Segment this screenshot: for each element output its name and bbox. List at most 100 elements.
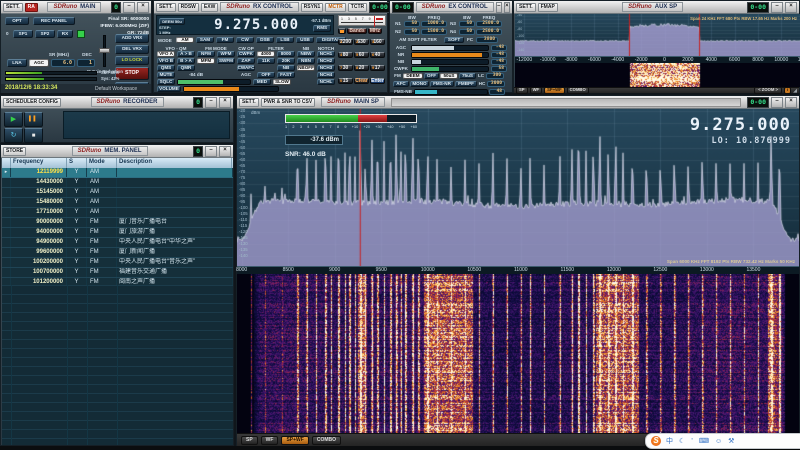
cell-description[interactable] (117, 208, 233, 217)
ex-cwpk-58[interactable]: 58 (491, 66, 507, 72)
cell-frequency[interactable]: 94900000 (11, 238, 67, 247)
rxc-zap[interactable]: ZAP (237, 58, 255, 64)
rxc-swfm[interactable]: SWFM (217, 58, 235, 64)
mem-table-header[interactable]: FrequencySModeDescription (2, 158, 233, 168)
rxc-nchl[interactable]: NCHL (317, 79, 335, 85)
row-selector[interactable] (2, 198, 11, 207)
rxc-mfm[interactable]: MFM (197, 58, 215, 64)
ime-icon[interactable]: 中 (666, 438, 673, 445)
opt-button[interactable]: OPT (5, 17, 29, 25)
mctr-button[interactable]: MCTR (325, 3, 345, 12)
ex-50us[interactable]: 50uS (440, 73, 458, 79)
cell-mode[interactable]: FM (87, 228, 117, 237)
key-17[interactable]: 917 (370, 65, 385, 71)
column-header-s[interactable]: S (67, 158, 87, 168)
cell-mode[interactable]: AM (87, 198, 117, 207)
sp2-button[interactable]: SP2 (35, 30, 55, 38)
close-button[interactable]: × (219, 97, 231, 108)
key-enter[interactable]: Enter (370, 78, 385, 84)
lna-button[interactable]: LNA (7, 59, 27, 67)
rxc-20k[interactable]: 20K (277, 58, 295, 64)
mode-button-cw[interactable]: CW (236, 37, 254, 43)
rx-button[interactable]: RX (57, 30, 73, 38)
close-button[interactable]: × (137, 2, 149, 13)
msp-sett-button[interactable]: SETT. (239, 98, 259, 107)
stop-button[interactable]: ■ (24, 128, 43, 143)
cell-description[interactable] (117, 198, 233, 207)
cell-frequency[interactable]: 99600000 (11, 248, 67, 257)
ex-50[interactable]: 50 (404, 29, 420, 35)
row-selector[interactable] (2, 248, 11, 257)
cell-description[interactable]: 福建音乐交通广播 (117, 268, 233, 277)
mode-button-lsb[interactable]: LSB (276, 37, 294, 43)
tctr-button[interactable]: TCTR (348, 3, 367, 12)
dec-value-field[interactable]: 1 (77, 59, 95, 67)
ime-toolbar[interactable]: S 中☾’⌨☺⚒ (645, 433, 800, 449)
mode-button-dsb[interactable]: DSB (256, 37, 274, 43)
rxc-nch1[interactable]: NCH1 (317, 51, 335, 57)
column-header-frequency[interactable]: Frequency (11, 158, 67, 168)
rxc-off[interactable]: OFF (257, 72, 275, 78)
msp-frequency-display[interactable]: 9.275.000 (690, 115, 791, 135)
cell-scan[interactable]: Y (67, 238, 87, 247)
mem-row[interactable]: 99600000YFM厦门新闻广播 (2, 248, 233, 258)
row-selector[interactable] (2, 258, 11, 267)
ex-nr-48[interactable]: -48 (491, 52, 507, 58)
ex-2500-0[interactable]: 2500.0 (476, 21, 502, 27)
aux-waterfall[interactable] (515, 63, 800, 87)
rxc-sett-button[interactable]: SETT. (156, 3, 176, 12)
cell-frequency[interactable]: 12119999 (11, 168, 67, 177)
ime-icon[interactable]: ☺ (715, 438, 722, 445)
ex-soft[interactable]: SOFT (444, 37, 464, 43)
rms-button[interactable]: RMS (313, 25, 331, 32)
key-630[interactable]: 2630 (354, 39, 369, 45)
mem-row[interactable]: 14430000YAM (2, 178, 233, 188)
ex-300[interactable]: 300 (486, 73, 504, 79)
sp1-button[interactable]: SP1 (13, 30, 33, 38)
pwr-snr-csv-button[interactable]: PWR & SNR TO CSV (261, 98, 316, 107)
add-vrx-button[interactable]: ADD VRX (115, 34, 149, 43)
ex-50[interactable]: 50 (459, 21, 475, 27)
rxc-rdsw-button[interactable]: RDSW (178, 3, 199, 12)
cell-mode[interactable]: FM (87, 258, 117, 267)
row-selector[interactable] (2, 238, 11, 247)
aux-fmap-button[interactable]: FMAP (538, 3, 558, 12)
display-mode-sp[interactable]: SP (241, 436, 258, 445)
ex-nb-cell[interactable] (411, 59, 489, 65)
key-20[interactable]: 820 (354, 65, 369, 71)
ime-logo[interactable]: S (651, 436, 661, 446)
del-vrx-button[interactable]: DEL VRX (115, 45, 149, 54)
cell-mode[interactable]: FM (87, 238, 117, 247)
cell-scan[interactable]: Y (67, 218, 87, 227)
cell-mode[interactable]: AM (87, 188, 117, 197)
cell-description[interactable]: 中央人民广播电台“音乐之声” (117, 258, 233, 267)
rxc-mute[interactable]: MUTE (157, 72, 175, 78)
rxc-exw-button[interactable]: EXW (201, 3, 218, 12)
mode-button-fm[interactable]: FM (216, 37, 234, 43)
rxc-vfo-b[interactable]: VFO B (157, 58, 175, 64)
column-header-description[interactable]: Description (117, 158, 232, 168)
loop-button[interactable]: ↻ (4, 128, 23, 143)
column-header-mode[interactable]: Mode (87, 158, 117, 168)
cell-mode[interactable]: AM (87, 208, 117, 217)
close-button[interactable]: × (785, 97, 797, 108)
cell-mode[interactable]: AM (87, 178, 117, 187)
cell-mode[interactable]: AM (87, 168, 117, 177)
aux-display-mode-sp+wf[interactable]: SP+WF (544, 87, 565, 93)
minimize-button[interactable]: – (771, 2, 783, 13)
rxc-sqlc[interactable]: SQLC (157, 79, 175, 85)
numpad-bands[interactable]: Bands (347, 28, 367, 34)
rxc-nboff[interactable]: NBOFF (297, 65, 315, 71)
store-button[interactable]: STORE (3, 147, 26, 156)
ex-3000[interactable]: 3000 (487, 81, 505, 87)
aux-resize-grip[interactable]: ◢ (793, 88, 797, 94)
ex-nr-cell[interactable] (411, 52, 489, 58)
mem-row[interactable]: 94000000YFM厦门旅游广播 (2, 228, 233, 238)
ex-1500-0[interactable]: 1500.0 (421, 29, 447, 35)
ex-1000-0[interactable]: 1000.0 (421, 21, 447, 27)
row-selector[interactable] (2, 178, 11, 187)
cell-description[interactable]: 厦门音乐广播电台 (117, 218, 233, 227)
cell-description[interactable]: 厦门新闻广播 (117, 248, 233, 257)
ex-2500-0[interactable]: 2500.0 (476, 29, 502, 35)
main-ra-button[interactable]: RA (25, 3, 38, 12)
